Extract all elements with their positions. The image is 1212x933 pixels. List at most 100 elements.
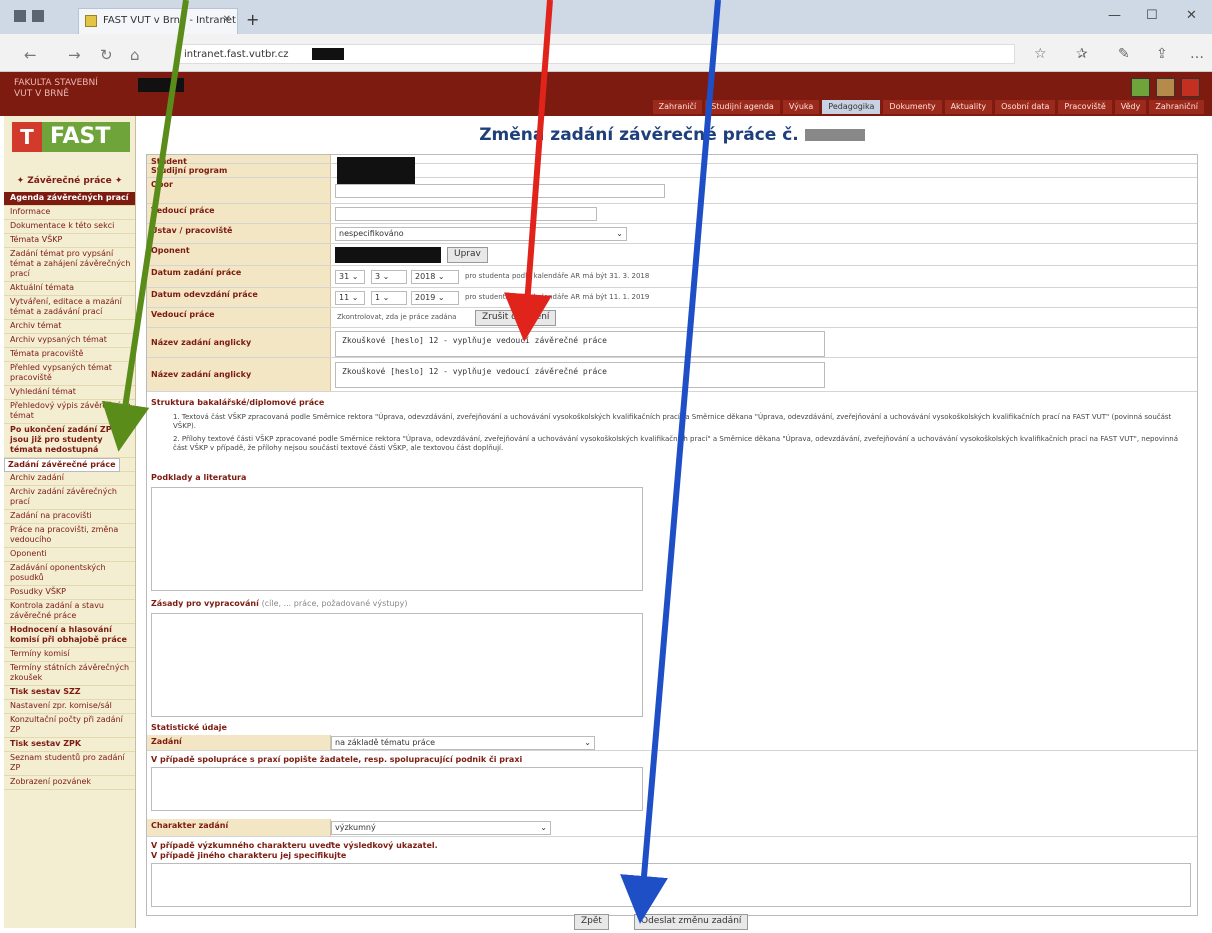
browser-tabbar: FAST VUT v Brně - Intranet ✕ + — ☐ ✕	[0, 0, 1212, 34]
sidebar-item[interactable]: Témata pracoviště	[4, 348, 135, 362]
maximize-button[interactable]: ☐	[1146, 8, 1158, 23]
tab-controls[interactable]	[14, 10, 64, 24]
sidebar-item[interactable]: Agenda závěrečných prací	[4, 192, 135, 206]
menu-item[interactable]: Zahraničí	[652, 100, 703, 114]
charakter-select[interactable]: výzkumný ⌄	[331, 821, 551, 835]
sidebar-item[interactable]: Práce na pracovišti, změna vedoucího	[4, 524, 135, 548]
menu-item[interactable]: Výuka	[782, 100, 820, 114]
zasady-textarea[interactable]	[151, 613, 643, 717]
favorite-star-icon[interactable]: ☆	[1034, 46, 1047, 62]
main-content: Změna zadání závěrečné práce č. Student …	[146, 120, 1198, 930]
menu-item[interactable]: Zahraniční	[1149, 100, 1204, 114]
sidebar-item[interactable]: Seznam studentů pro zadání ZP	[4, 752, 135, 776]
more-icon[interactable]: …	[1190, 46, 1204, 62]
zadani-day-select[interactable]: 31 ⌄	[335, 270, 365, 284]
sidebar-item[interactable]: Kontrola zadání a stavu závěrečné práce	[4, 600, 135, 624]
menu-item-active[interactable]: Pedagogika	[822, 100, 881, 114]
sidebar-item[interactable]: Archiv zadání	[4, 472, 135, 486]
minimize-button[interactable]: —	[1108, 8, 1121, 23]
row-charakter: Charakter zadání výzkumný ⌄	[147, 819, 1197, 837]
share-icon[interactable]: ⇪	[1156, 46, 1168, 62]
menu-item[interactable]: Vědy	[1114, 100, 1147, 114]
back-button[interactable]: Zpět	[574, 914, 609, 930]
faculty-name: FAKULTA STAVEBNÍ VUT V BRNĚ	[14, 78, 98, 99]
sidebar-item[interactable]: Vyhledání témat	[4, 386, 135, 400]
sidebar-item[interactable]: Archiv vypsaných témat	[4, 334, 135, 348]
spoluprace-textarea[interactable]	[151, 767, 643, 811]
charakter-textarea[interactable]	[151, 863, 1191, 907]
refresh-icon[interactable]: ↻	[100, 46, 113, 64]
sidebar-item[interactable]: Konzultační počty při zadání ZP	[4, 714, 135, 738]
zadani-year-select[interactable]: 2018 ⌄	[411, 270, 459, 284]
sidebar-item[interactable]: Po ukončení zadání ZP jsou již pro stude…	[4, 424, 135, 458]
sidebar-item[interactable]: Vytváření, editace a mazání témat a zadá…	[4, 296, 135, 320]
sidebar-item[interactable]: Zadání na pracovišti	[4, 510, 135, 524]
podklady-textarea[interactable]	[151, 487, 643, 591]
odevzdani-month-select[interactable]: 1 ⌄	[371, 291, 407, 305]
sidebar-item[interactable]: Zadávání oponentských posudků	[4, 562, 135, 586]
sidebar-item[interactable]: Tisk sestav SZZ	[4, 686, 135, 700]
row-nazev-en: Název zadání anglicky Zkouškové [heslo] …	[147, 358, 1197, 392]
menu-item[interactable]: Aktuality	[944, 100, 993, 114]
url-field[interactable]: intranet.fast.vutbr.cz	[175, 44, 1015, 64]
sidebar-item[interactable]: Archiv témat	[4, 320, 135, 334]
ustav-label: Ústav / pracoviště	[147, 224, 331, 243]
ustav-select[interactable]: nespecifikováno ⌄	[335, 227, 627, 241]
favorites-icon[interactable]: ✰	[1076, 46, 1088, 62]
close-tab-icon[interactable]: ✕	[223, 14, 231, 25]
row-nazev-cz: Název zadání anglicky Zkouškové [heslo] …	[147, 328, 1197, 358]
zrusit-omezeni-button[interactable]: Zrušit omezení	[475, 310, 557, 326]
odevzdani-day-select[interactable]: 11 ⌄	[335, 291, 365, 305]
browser-tab[interactable]: FAST VUT v Brně - Intranet ✕	[78, 8, 238, 34]
odevzdani-year-select[interactable]: 2019 ⌄	[411, 291, 459, 305]
close-window-button[interactable]: ✕	[1186, 8, 1197, 23]
sidebar-item[interactable]: Přehledový výpis závěrečných témat	[4, 400, 135, 424]
nazev-en-textarea[interactable]: Zkouškové [heslo] 12 - vyplňuje vedoucí …	[335, 362, 825, 388]
row-predmet: Vedoucí práce Zkontrolovat, zda je práce…	[147, 308, 1197, 328]
nazev-cz-textarea[interactable]: Zkouškové [heslo] 12 - vyplňuje vedoucí …	[335, 331, 825, 357]
vedouci-input[interactable]	[335, 207, 597, 221]
sidebar-item[interactable]: Posudky VŠKP	[4, 586, 135, 600]
pen-icon[interactable]: ✎	[1118, 46, 1130, 62]
sidebar-item[interactable]: Nastavení zpr. komise/sál	[4, 700, 135, 714]
sidebar-item[interactable]: Oponenti	[4, 548, 135, 562]
sidebar-item[interactable]: Zadání závěrečné práce	[4, 458, 120, 472]
forward-icon[interactable]: →	[68, 46, 81, 64]
row-datum-odevzdani: Datum odevzdání práce 11 ⌄ 1 ⌄ 2019 ⌄ pr…	[147, 288, 1197, 308]
sidebar-item[interactable]: Archiv zadání závěrečných prací	[4, 486, 135, 510]
sidebar-item[interactable]: Dokumentace k této sekci	[4, 220, 135, 234]
sidebar-item[interactable]: Aktuální témata	[4, 282, 135, 296]
spoluprace-label: V případě spolupráce s praxí popište žad…	[151, 755, 523, 764]
sidebar-title: ✦ Závěrečné práce ✦	[16, 176, 123, 186]
predmet-note: Zkontrolovat, zda je práce zadána	[337, 313, 457, 321]
logout-icon[interactable]	[1181, 78, 1200, 97]
sidebar-item[interactable]: Termíny komisí	[4, 648, 135, 662]
fast-logo[interactable]: T FAST	[12, 122, 130, 152]
sidebar-item[interactable]: Zobrazení pozvánek	[4, 776, 135, 790]
menu-item[interactable]: Osobní data	[995, 100, 1056, 114]
obor-input[interactable]	[335, 184, 665, 198]
sidebar-item[interactable]: Přehled vypsaných témat pracoviště	[4, 362, 135, 386]
sidebar-item[interactable]: Témata VŠKP	[4, 234, 135, 248]
home-icon[interactable]: ⌂	[130, 46, 140, 64]
help-icon[interactable]	[1130, 78, 1150, 97]
menu-item[interactable]: Dokumenty	[883, 100, 942, 114]
new-tab-button[interactable]: +	[246, 10, 259, 29]
sidebar-item[interactable]: Tisk sestav ZPK	[4, 738, 135, 752]
settings-icon[interactable]	[1155, 78, 1175, 97]
sidebar-item[interactable]: Informace	[4, 206, 135, 220]
oponent-edit-button[interactable]: Uprav	[447, 247, 488, 263]
zadani-select[interactable]: na základě tématu práce ⌄	[331, 736, 595, 750]
sidebar-item[interactable]: Zadání témat pro vypsání témat a zahájen…	[4, 248, 135, 282]
zadani-month-select[interactable]: 3 ⌄	[371, 270, 407, 284]
page-title: Změna zadání závěrečné práce č.	[146, 120, 1198, 150]
submit-change-button[interactable]: Odeslat změnu zadání	[634, 914, 749, 930]
back-icon[interactable]: ←	[24, 46, 37, 64]
menu-item[interactable]: Studijní agenda	[705, 100, 780, 114]
row-ustav: Ústav / pracoviště nespecifikováno ⌄	[147, 224, 1197, 244]
menu-item[interactable]: Pracoviště	[1058, 100, 1112, 114]
sidebar-item[interactable]: Hodnocení a hlasování komisí při obhajob…	[4, 624, 135, 648]
struktura-heading: Struktura bakalářské/diplomové práce	[151, 398, 325, 407]
tab-title: FAST VUT v Brně - Intranet	[103, 15, 236, 26]
sidebar-item[interactable]: Termíny státních závěrečných zkoušek	[4, 662, 135, 686]
